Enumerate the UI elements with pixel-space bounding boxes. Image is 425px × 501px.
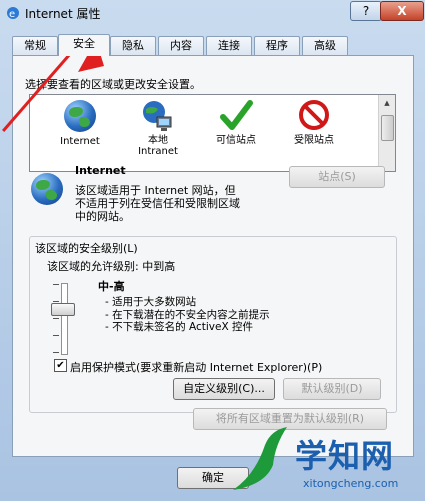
- tab-content[interactable]: 内容: [158, 36, 204, 55]
- intranet-icon: [141, 99, 175, 133]
- watermark-title: 学知网: [295, 437, 395, 475]
- scroll-thumb[interactable]: [381, 115, 394, 141]
- slider-tick: [53, 301, 59, 302]
- checkmark-icon: [219, 99, 253, 133]
- svg-text:e: e: [9, 9, 15, 20]
- slider-tick: [53, 284, 59, 285]
- title-bar: e Internet 属性 ? X: [0, 0, 425, 28]
- custom-level-button[interactable]: 自定义级别(C)...: [173, 378, 275, 400]
- tab-connections[interactable]: 连接: [206, 36, 252, 55]
- no-entry-icon: [297, 99, 331, 133]
- security-slider-track[interactable]: [61, 283, 68, 355]
- globe-icon: [63, 100, 97, 134]
- scroll-up-icon[interactable]: ▲: [379, 95, 395, 111]
- zone-local-intranet[interactable]: 本地 Intranet: [118, 99, 198, 157]
- tab-security[interactable]: 安全: [58, 34, 110, 56]
- help-button[interactable]: ?: [350, 1, 382, 21]
- slider-tick: [53, 335, 59, 336]
- internet-properties-window: e Internet 属性 ? X 常规 安全 隐私 内容 连接 程序 高级 选…: [0, 0, 425, 501]
- slider-tick: [53, 352, 59, 353]
- slider-tick: [53, 318, 59, 319]
- zone-trusted-sites[interactable]: 可信站点: [196, 99, 276, 146]
- tab-programs[interactable]: 程序: [254, 36, 300, 55]
- selected-zone-globe-icon: [31, 173, 63, 205]
- protected-mode-label: 启用保护模式(要求重新启动 Internet Explorer)(P): [70, 361, 323, 374]
- zone-label: 可信站点: [216, 135, 256, 146]
- tab-general[interactable]: 常规: [12, 36, 58, 55]
- zone-list[interactable]: Internet 本地 Intranet 可信站点 受限站点 ▲: [29, 94, 396, 172]
- zone-internet[interactable]: Internet: [40, 99, 120, 147]
- security-panel: 选择要查看的区域或更改安全设置。 Internet 本地 Intranet 可信…: [12, 55, 414, 457]
- tab-advanced[interactable]: 高级: [302, 36, 348, 55]
- watermark: 学知网 xitongcheng.com: [225, 425, 425, 501]
- zone-label: 本地 Intranet: [138, 135, 178, 157]
- security-level-name: 中-高: [98, 280, 125, 293]
- sites-button[interactable]: 站点(S): [289, 166, 385, 188]
- security-slider-thumb[interactable]: [51, 303, 75, 316]
- protected-mode-checkbox[interactable]: ✔: [54, 359, 67, 372]
- allowed-levels-label: 该区域的允许级别: 中到高: [47, 260, 176, 273]
- level-bullet: - 不下载未签名的 ActiveX 控件: [105, 321, 253, 333]
- watermark-url: xitongcheng.com: [303, 477, 399, 490]
- zone-restricted-sites[interactable]: 受限站点: [274, 99, 354, 146]
- zone-label: 受限站点: [294, 135, 334, 146]
- default-level-button[interactable]: 默认级别(D): [283, 378, 381, 400]
- zone-prompt: 选择要查看的区域或更改安全设置。: [25, 78, 201, 91]
- zone-description: 中的网站。: [75, 210, 130, 223]
- ie-icon: e: [5, 5, 21, 21]
- zone-list-scrollbar[interactable]: ▲: [378, 95, 395, 171]
- tab-privacy[interactable]: 隐私: [110, 36, 156, 55]
- security-level-title: 该区域的安全级别(L): [33, 240, 140, 256]
- close-button[interactable]: X: [380, 1, 424, 21]
- window-title: Internet 属性: [25, 7, 101, 21]
- selected-zone-name: Internet: [75, 164, 126, 177]
- zone-label: Internet: [60, 136, 100, 147]
